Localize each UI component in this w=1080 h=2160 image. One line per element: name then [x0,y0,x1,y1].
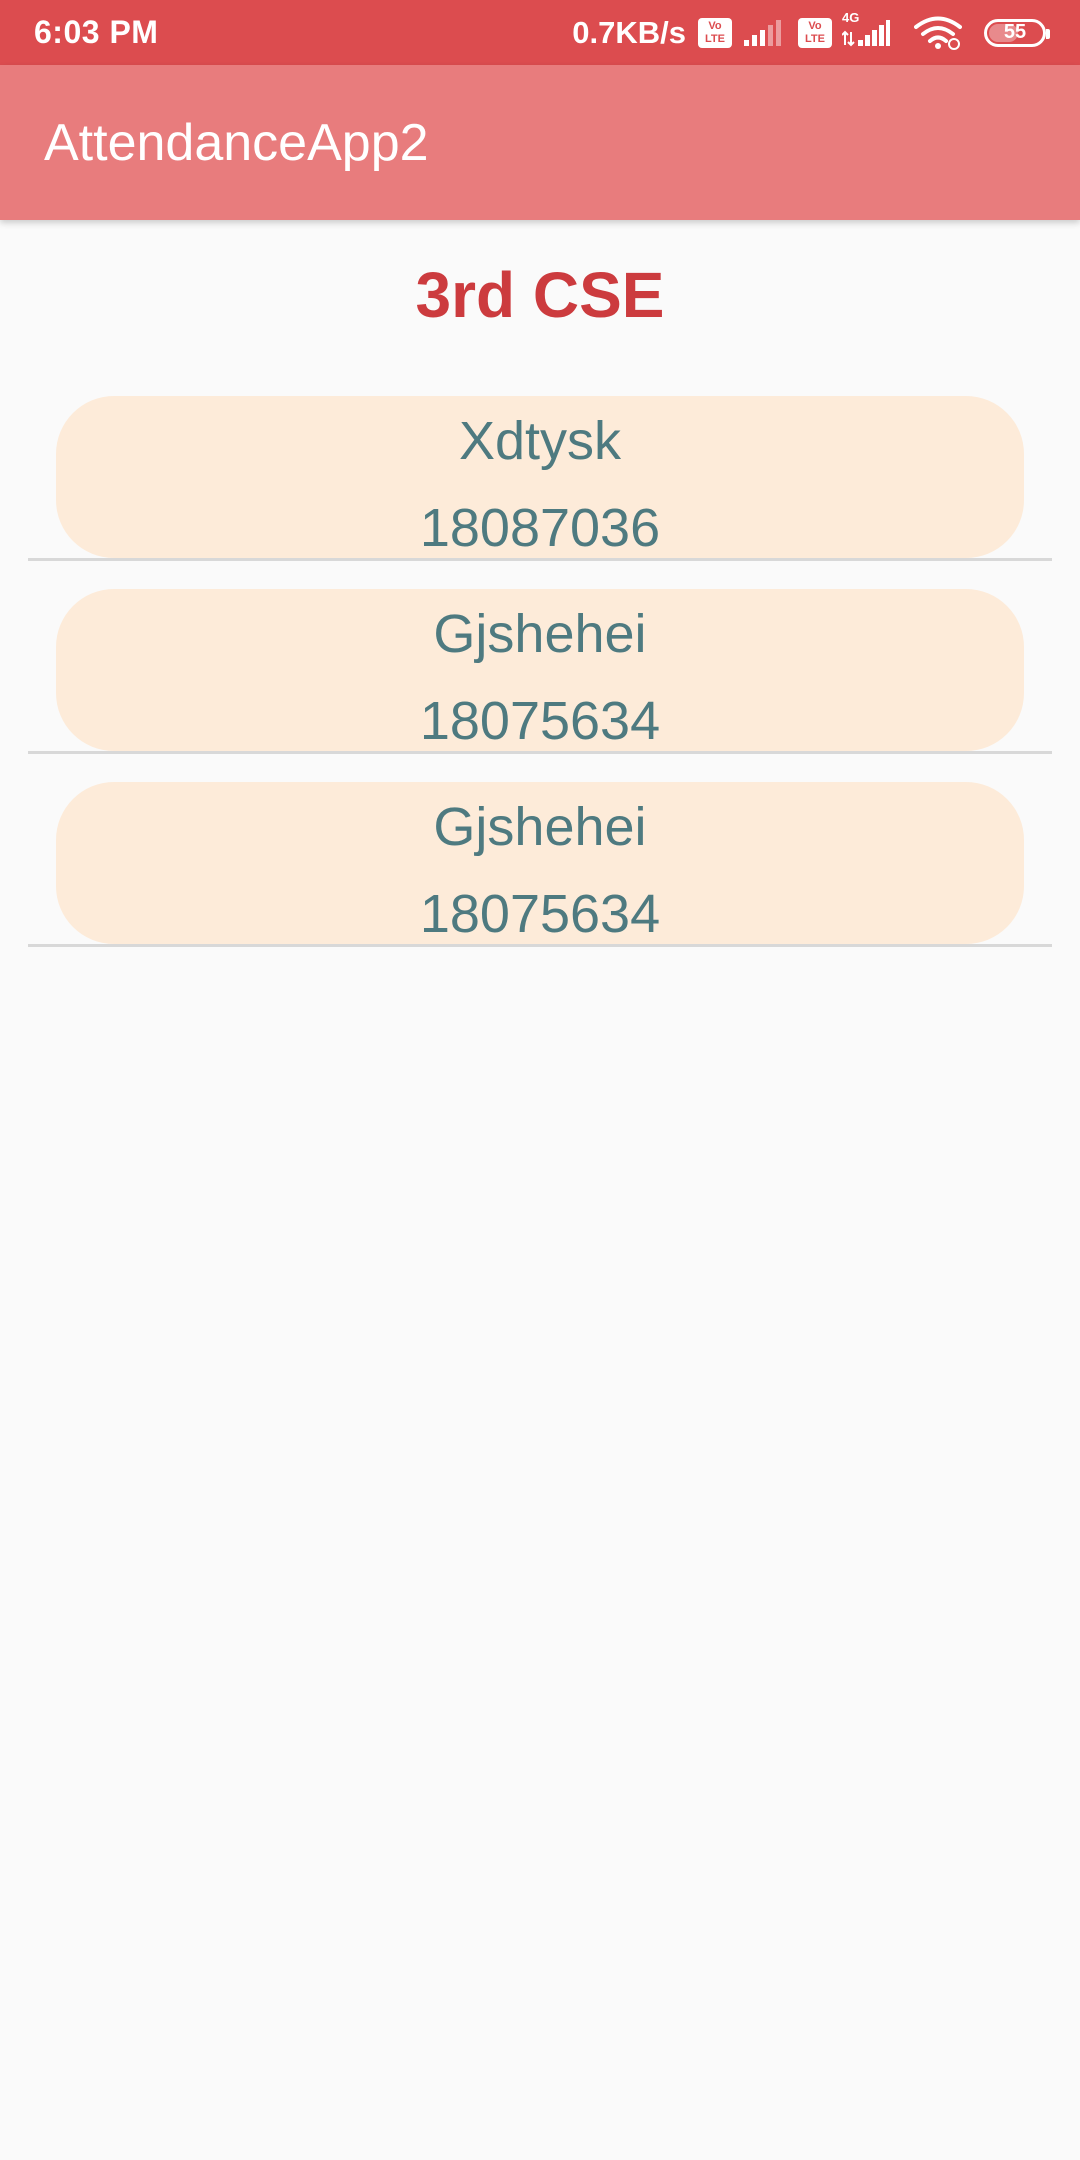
student-name: Xdtysk [458,411,622,471]
volte-2-icon-top: Vo [808,19,822,32]
row-divider [28,751,1052,754]
row-divider [28,558,1052,561]
student-id: 18075634 [419,884,661,944]
status-time: 6:03 PM [34,14,159,50]
class-heading: 3rd CSE [415,259,665,331]
list-item[interactable]: Gjshehei 18075634 [28,782,1052,975]
student-name: Gjshehei [433,604,647,664]
app-title: AttendanceApp2 [44,113,429,172]
student-name: Gjshehei [433,797,647,857]
network-speed: 0.7KB/s [572,14,686,50]
student-card[interactable]: Xdtysk 18087036 [56,396,1024,558]
app-bar: AttendanceApp2 [0,65,1080,220]
volte-icon-top: Vo [708,19,722,32]
volte-icon-bottom: LTE [705,32,725,45]
signal-1-icon [742,18,782,48]
battery-icon: 55 [984,18,1050,47]
list-item[interactable]: Xdtysk 18087036 [28,396,1052,589]
student-list: Xdtysk 18087036 Gjshehei 18075634 Gjsheh… [28,396,1052,975]
battery-level: 55 [1003,21,1027,43]
list-item[interactable]: Gjshehei 18075634 [28,589,1052,782]
network-type-label: 4G [842,9,860,25]
status-icons: 0.7KB/s Vo LTE Vo LTE 4G 55 [572,10,1050,51]
student-id: 18087036 [419,498,661,558]
student-card[interactable]: Gjshehei 18075634 [56,782,1024,944]
volte-2-icon: Vo LTE [798,17,832,48]
row-divider [28,944,1052,947]
wifi-icon [914,16,962,50]
volte-icon: Vo LTE [698,17,732,48]
student-card[interactable]: Gjshehei 18075634 [56,589,1024,751]
status-bar: 6:03 PM 0.7KB/s Vo LTE Vo LTE 4G 55 [0,0,1080,65]
signal-2-icon: 4G [842,10,890,48]
volte-2-icon-bottom: LTE [805,32,825,45]
student-id: 18075634 [419,691,661,751]
